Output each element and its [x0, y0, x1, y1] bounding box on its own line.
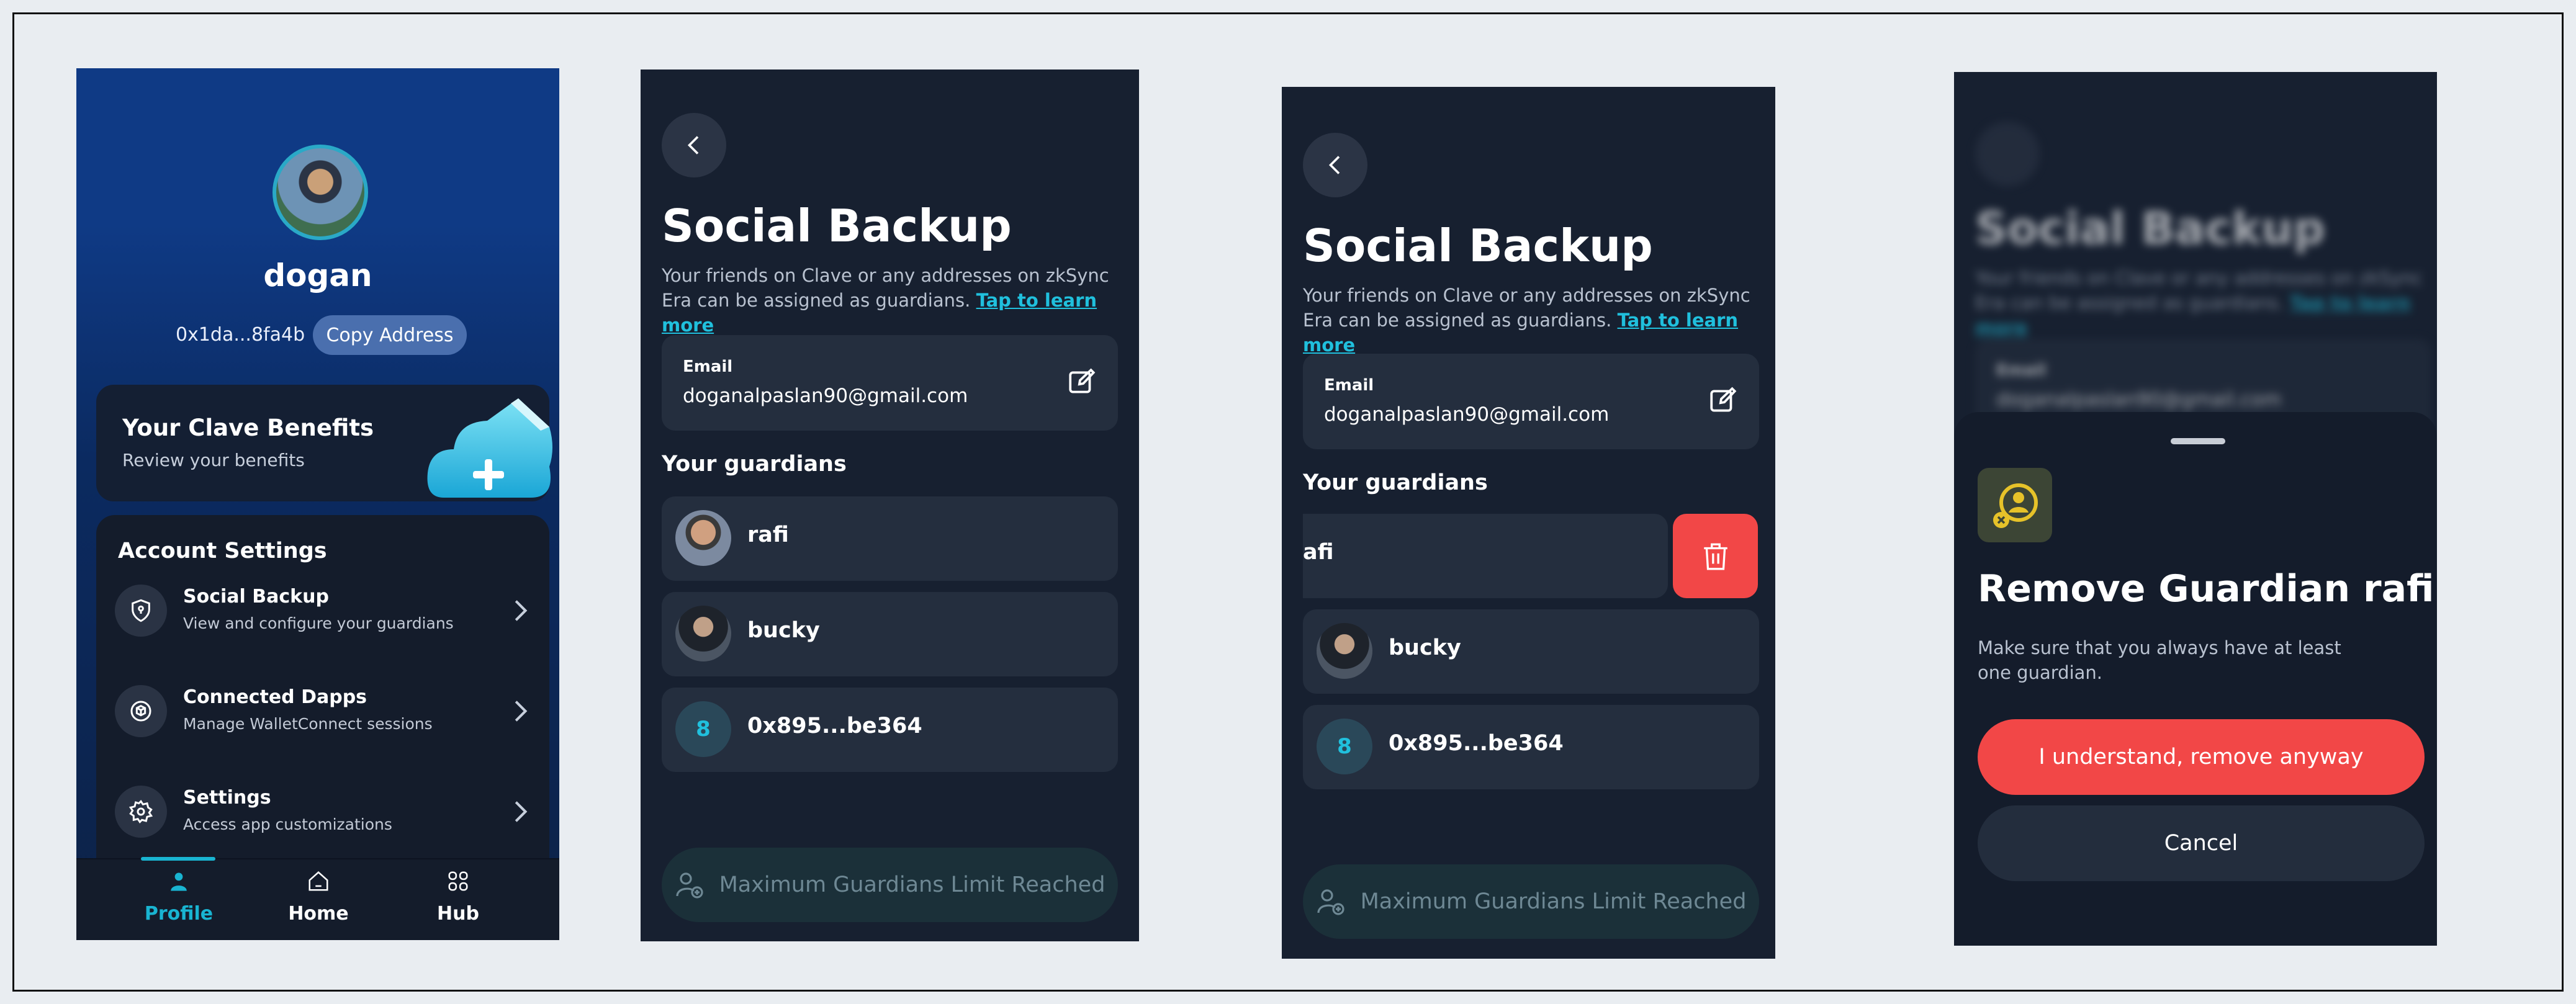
guardian-row[interactable]: rafi [662, 496, 1118, 581]
add-person-icon [1317, 889, 1344, 915]
guardian-avatar [1317, 623, 1372, 679]
edit-icon[interactable] [1066, 366, 1097, 397]
chevron-right-icon [515, 701, 528, 722]
tab-home[interactable]: Home [269, 869, 368, 925]
max-guardians-button[interactable]: Maximum Guardians Limit Reached [1303, 864, 1759, 939]
page-description: Your friends on Clave or any addresses o… [1303, 283, 1762, 357]
tab-label: Hub [437, 903, 479, 925]
settings-row-title: Connected Dapps [183, 686, 367, 708]
guardian-name: bucky [747, 618, 820, 643]
guardian-badge: 8 [1317, 719, 1372, 774]
cube-icon [115, 685, 167, 737]
guardian-name: rafi [747, 522, 789, 547]
account-settings-title: Account Settings [118, 539, 327, 563]
email-value: doganalpaslan90@gmail.com [683, 385, 968, 407]
email-label: Email [683, 357, 733, 376]
back-button [1975, 122, 2040, 186]
home-icon [308, 871, 328, 891]
trash-icon [1703, 543, 1727, 570]
email-value: doganalpaslan90@gmail.com [1324, 403, 1610, 426]
benefits-card[interactable]: Your Clave Benefits Review your benefits [96, 385, 552, 501]
guardian-avatar [675, 510, 731, 566]
email-card: Email doganalpaslan90@gmail.com [662, 335, 1118, 431]
add-person-icon [675, 872, 703, 899]
settings-row-subtitle: View and configure your guardians [183, 614, 454, 632]
grid-icon [448, 871, 468, 891]
profile-screen: dogan 0x1da...8fa4b Copy Address Your Cl… [76, 68, 559, 940]
guardians-title: Your guardians [662, 452, 847, 477]
guardian-name: 0x895...be364 [1389, 731, 1564, 756]
email-card: Email doganalpaslan90@gmail.com [1303, 354, 1759, 449]
chevron-left-icon [1328, 156, 1340, 174]
bottom-tab-bar: Profile Home Hub [76, 857, 559, 940]
cloud-plus-icon [427, 398, 552, 498]
social-backup-screen: Social Backup Your friends on Clave or a… [641, 69, 1139, 941]
max-guardians-label: Maximum Guardians Limit Reached [1360, 889, 1747, 914]
guardian-avatar [675, 606, 731, 661]
max-guardians-button[interactable]: Maximum Guardians Limit Reached [662, 848, 1118, 922]
tab-profile[interactable]: Profile [129, 869, 228, 925]
copy-address-button[interactable]: Copy Address [313, 315, 467, 355]
chevron-left-icon [687, 136, 699, 155]
shield-icon [115, 585, 167, 637]
account-settings-panel: Account Settings Social Backup View and … [96, 515, 549, 887]
page-title: Social Backup [1303, 220, 1653, 272]
profile-username: dogan [263, 258, 372, 294]
benefits-title: Your Clave Benefits [122, 415, 374, 441]
profile-avatar [272, 145, 368, 240]
guardian-name: afi [1303, 540, 1334, 565]
guardian-row[interactable]: bucky [662, 592, 1118, 676]
remove-dialog-title: Remove Guardian rafi [1978, 567, 2434, 611]
guardian-badge: 8 [675, 701, 731, 757]
settings-row-social-backup[interactable]: Social Backup View and configure your gu… [115, 577, 537, 645]
tab-hub[interactable]: Hub [408, 869, 508, 925]
tab-label: Profile [144, 903, 214, 925]
tab-label: Home [288, 903, 349, 925]
page-description: Your friends on Clave or any addresses o… [1975, 266, 2434, 340]
remove-guardian-icon [1978, 468, 2052, 542]
guardian-row-swiped[interactable]: afi [1303, 514, 1668, 598]
email-value: doganalpaslan90@gmail.com [1996, 388, 2282, 411]
guardians-title: Your guardians [1303, 470, 1488, 495]
settings-row-subtitle: Access app customizations [183, 815, 392, 833]
benefits-subtitle: Review your benefits [122, 450, 305, 470]
guardian-name: 0x895...be364 [747, 714, 922, 738]
settings-row-title: Settings [183, 787, 271, 809]
settings-row-connected-dapps[interactable]: Connected Dapps Manage WalletConnect ses… [115, 678, 537, 746]
page-title: Social Backup [1975, 202, 2325, 254]
remove-guardian-screen: Social Backup Your friends on Clave or a… [1954, 72, 2437, 946]
max-guardians-label: Maximum Guardians Limit Reached [719, 872, 1106, 897]
back-button[interactable] [662, 113, 726, 177]
page-description: Your friends on Clave or any addresses o… [662, 263, 1121, 338]
back-button[interactable] [1303, 133, 1367, 197]
guardian-row[interactable]: 8 0x895...be364 [662, 688, 1118, 772]
gear-icon [115, 786, 167, 838]
email-label: Email [1996, 361, 2047, 380]
chevron-right-icon [515, 801, 528, 822]
wallet-address: 0x1da...8fa4b [176, 324, 305, 346]
guardian-row[interactable]: bucky [1303, 609, 1759, 694]
settings-row-settings[interactable]: Settings Access app customizations [115, 778, 537, 846]
cancel-button[interactable]: Cancel [1978, 805, 2425, 881]
page-title: Social Backup [662, 200, 1012, 252]
guardian-row[interactable]: 8 0x895...be364 [1303, 705, 1759, 789]
email-label: Email [1324, 376, 1374, 395]
sheet-handle[interactable] [2171, 438, 2225, 444]
remove-dialog-description: Make sure that you always have at least … [1978, 637, 2341, 683]
active-tab-indicator [141, 857, 215, 861]
bottom-sheet: Remove Guardian rafi Make sure that you … [1954, 412, 2437, 946]
social-backup-swipe-screen: Social Backup Your friends on Clave or a… [1282, 87, 1775, 959]
blurred-background: Social Backup Your friends on Clave or a… [1954, 72, 2437, 434]
settings-row-subtitle: Manage WalletConnect sessions [183, 715, 433, 733]
chevron-right-icon [515, 600, 528, 621]
delete-guardian-button[interactable] [1673, 514, 1758, 598]
person-icon [171, 872, 187, 891]
edit-icon[interactable] [1708, 385, 1739, 416]
confirm-remove-button[interactable]: I understand, remove anyway [1978, 719, 2425, 795]
settings-row-title: Social Backup [183, 586, 329, 607]
guardian-name: bucky [1389, 635, 1461, 660]
